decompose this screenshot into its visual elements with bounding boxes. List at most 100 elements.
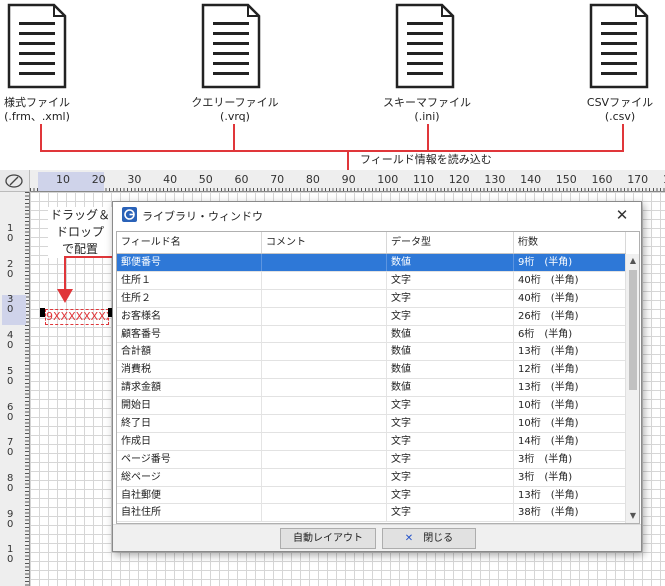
ruler-tick-label: 160 xyxy=(591,173,613,186)
column-header-data-type[interactable]: データ型 xyxy=(387,232,514,253)
cell-comment xyxy=(262,307,387,325)
auto-layout-button[interactable]: 自動レイアウト xyxy=(280,528,376,549)
cell-comment xyxy=(262,450,387,468)
app-icon xyxy=(122,207,137,222)
ruler-tick-label: 50 xyxy=(198,173,213,186)
cell-field-name: 自社郵便 xyxy=(117,486,262,504)
cell-digits: 3桁 (半角) xyxy=(518,453,573,465)
vertical-scrollbar[interactable]: ▲ ▼ xyxy=(625,254,639,523)
ruler-tick-label: 60 xyxy=(7,401,14,423)
file-label-schema: スキーマファイル (.ini) xyxy=(383,96,471,123)
ruler-tick-label: 140 xyxy=(520,173,542,186)
cell-data-type: 数値 xyxy=(387,361,514,379)
cell-digits: 40桁 (半角) xyxy=(518,292,579,304)
window-title: ライブラリ・ウィンドウ xyxy=(142,210,263,223)
ruler-tick-label: 80 xyxy=(7,472,14,494)
cell-data-type: 数値 xyxy=(387,379,514,397)
cell-digits: 13桁 (半角) xyxy=(518,489,579,501)
connector-line xyxy=(40,124,42,151)
cell-digits: 9桁 (半角) xyxy=(518,257,573,268)
ruler-tick-label: 170 xyxy=(627,173,649,186)
table-row[interactable]: 住所１ 文字 40桁 (半角) xyxy=(117,271,626,290)
cell-comment xyxy=(262,361,387,379)
scroll-down-icon[interactable]: ▼ xyxy=(626,509,639,523)
table-row[interactable]: 自社郵便 文字 13桁 (半角) xyxy=(117,486,626,505)
cell-comment xyxy=(262,468,387,486)
ruler-tick-label: 130 xyxy=(484,173,506,186)
cell-digits: 10桁 (半角) xyxy=(518,400,579,412)
scroll-up-icon[interactable]: ▲ xyxy=(626,254,639,268)
close-icon[interactable]: ✕ xyxy=(607,203,637,227)
ruler-tick-label: 70 xyxy=(7,437,14,459)
cell-field-name: 消費税 xyxy=(117,361,262,379)
table-row[interactable]: 総ページ 文字 3桁 (半角) xyxy=(117,468,626,487)
connector-line xyxy=(233,124,235,151)
file-label-csv: CSVファイル (.csv) xyxy=(586,96,654,123)
cell-field-name: 開始日 xyxy=(117,397,262,415)
cell-data-type: 文字 xyxy=(387,397,514,415)
cell-field-name: 請求金額 xyxy=(117,379,262,397)
cell-data-type: 文字 xyxy=(387,504,514,522)
cell-digits: 13桁 (半角) xyxy=(518,382,579,394)
document-icon xyxy=(589,3,649,89)
ruler-tick-label: 60 xyxy=(234,173,249,186)
ruler-tick-label: 150 xyxy=(555,173,577,186)
cell-field-name: 住所２ xyxy=(117,289,262,307)
ruler-tick-label: 110 xyxy=(413,173,434,186)
cell-data-type: 文字 xyxy=(387,307,514,325)
drag-line xyxy=(64,256,66,290)
table-row[interactable]: 郵便番号 数値 9桁 (半角) xyxy=(117,254,626,272)
table-row[interactable]: 終了日 文字 10桁 (半角) xyxy=(117,415,626,433)
document-icon xyxy=(7,3,67,89)
connector-line xyxy=(427,124,429,151)
table-row[interactable]: 住所２ 文字 40桁 (半角) xyxy=(117,289,626,308)
cell-field-name: 郵便番号 xyxy=(117,254,262,271)
table-row[interactable]: 顧客番号 数値 6桁 (半角) xyxy=(117,325,626,344)
ruler-tick-label: 40 xyxy=(163,173,178,186)
table-header: フィールド名 コメント データ型 桁数 xyxy=(117,232,626,254)
ruler-tick-label: 50 xyxy=(7,365,14,387)
file-label-query: クエリーファイル (.vrq) xyxy=(191,96,279,123)
table-row[interactable]: 自社住所 文字 38桁 (半角) xyxy=(117,504,626,523)
ruler-tick-label: 10 xyxy=(7,544,14,566)
table-row[interactable]: 消費税 数値 12桁 (半角) xyxy=(117,361,626,380)
ruler-tick-label: 120 xyxy=(448,173,470,186)
column-header-digits[interactable]: 桁数 xyxy=(514,232,626,253)
cell-digits: 26桁 (半角) xyxy=(518,310,579,322)
cell-data-type: 文字 xyxy=(387,271,514,289)
cell-data-type: 数値 xyxy=(387,343,514,361)
ruler-tick-label: 90 xyxy=(341,173,356,186)
table-row[interactable]: 合計額 数値 13桁 (半角) xyxy=(117,343,626,362)
table-row[interactable]: 作成日 文字 14桁 (半角) xyxy=(117,432,626,451)
ruler-tick-label: 10 xyxy=(7,223,14,244)
table-row[interactable]: 請求金額 数値 13桁 (半角) xyxy=(117,379,626,398)
table-body: 郵便番号 数値 9桁 (半角) 住所１ 文字 40桁 (半角) 住所２ 文字 40桁 (半角) お… xyxy=(117,254,626,523)
cell-comment xyxy=(262,325,387,343)
cell-comment xyxy=(262,271,387,289)
cell-data-type: 文字 xyxy=(387,450,514,468)
cell-comment xyxy=(262,254,387,271)
document-icon xyxy=(201,3,261,89)
button-bar: 自動レイアウト ✕ 閉じる xyxy=(113,524,641,551)
cell-field-name: 合計額 xyxy=(117,343,262,361)
placed-field[interactable]: 9XXXXXXXX xyxy=(45,309,109,325)
window-titlebar[interactable]: ライブラリ・ウィンドウ ✕ xyxy=(113,202,641,228)
table-row[interactable]: お客様名 文字 26桁 (半角) xyxy=(117,307,626,326)
vertical-ruler: 10 20 30 40 50 60 70 80 90 10 xyxy=(0,192,30,586)
arrow-down-icon xyxy=(57,289,73,303)
scroll-thumb[interactable] xyxy=(629,270,637,390)
close-button[interactable]: ✕ 閉じる xyxy=(382,528,476,549)
column-header-comment[interactable]: コメント xyxy=(262,232,387,253)
table-row[interactable]: ページ番号 文字 3桁 (半角) xyxy=(117,450,626,469)
close-x-icon: ✕ xyxy=(404,533,414,544)
column-header-field-name[interactable]: フィールド名 xyxy=(117,232,262,253)
cell-comment xyxy=(262,504,387,522)
cell-field-name: 顧客番号 xyxy=(117,325,262,343)
cell-data-type: 数値 xyxy=(387,254,514,271)
table-row[interactable]: 開始日 文字 10桁 (半角) xyxy=(117,397,626,416)
ruler-tick-label: 10 xyxy=(56,173,70,186)
cell-data-type: 文字 xyxy=(387,432,514,450)
ruler-highlight xyxy=(2,295,26,325)
connector-line xyxy=(40,150,624,152)
cell-digits: 10桁 (半角) xyxy=(518,418,579,430)
